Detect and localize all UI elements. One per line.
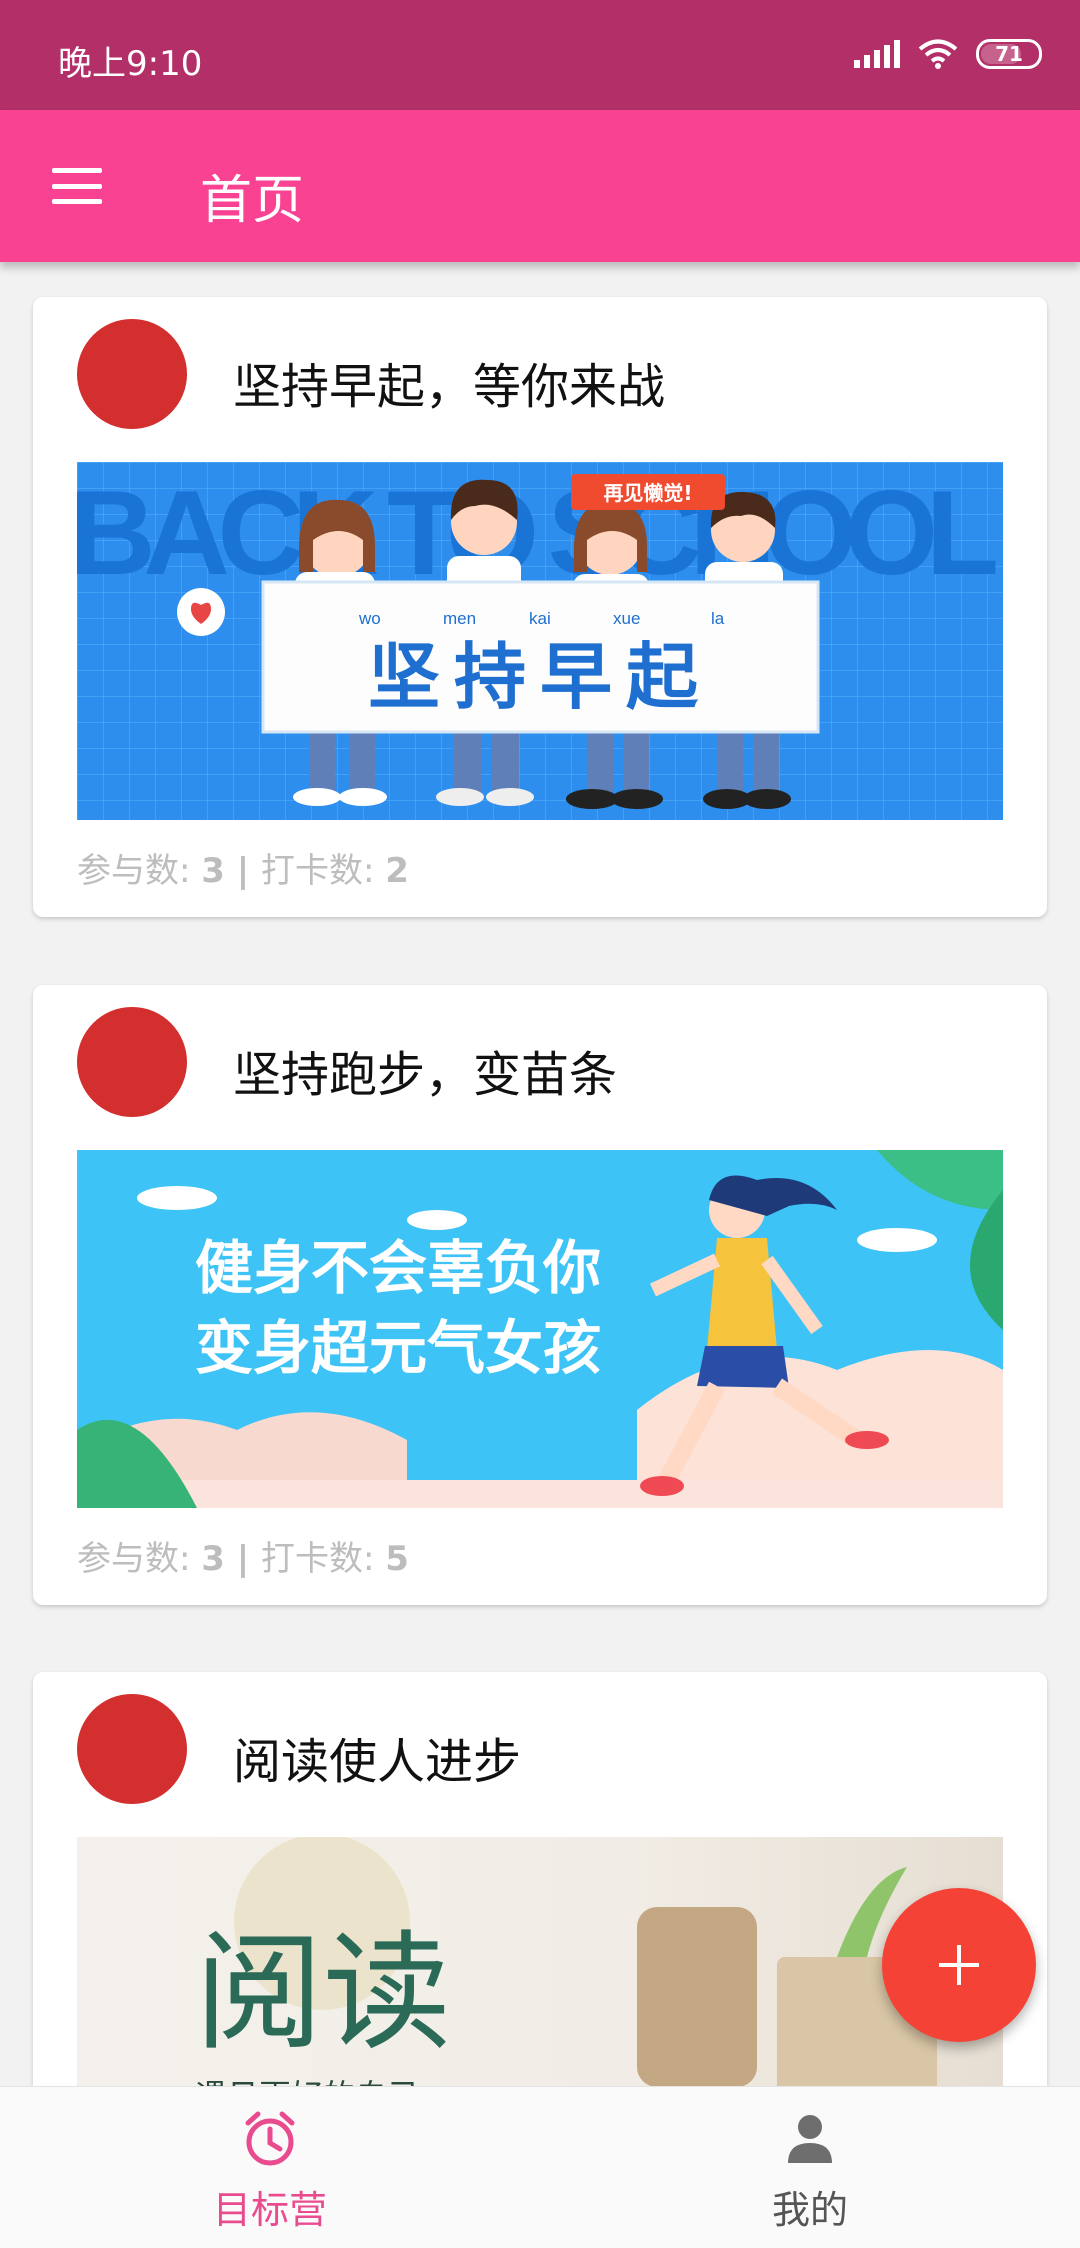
stats-separator: |: [224, 851, 262, 891]
card-stats: 参与数: 3 | 打卡数: 2: [77, 843, 409, 892]
avatar: [77, 319, 187, 429]
battery-level: 71: [995, 42, 1023, 66]
banner-bg-text: BACK TO SCHOOL: [77, 466, 999, 600]
wifi-icon: [918, 39, 958, 69]
app-bar: 首页: [0, 110, 1080, 262]
checkins-count: 5: [385, 1539, 409, 1579]
checkins-label: 打卡数:: [261, 1539, 386, 1579]
status-icons: 71: [854, 38, 1042, 70]
goal-card[interactable]: 坚持早起，等你来战 BACK TO SCHOOL: [33, 297, 1047, 917]
banner-line-1: 健身不会辜负你: [195, 1234, 601, 1302]
add-goal-button[interactable]: [882, 1888, 1036, 2042]
card-title: 阅读使人进步: [233, 1734, 522, 1790]
signal-icon: [854, 40, 900, 68]
menu-icon[interactable]: [52, 168, 102, 204]
banner-pinyin-4: xue: [613, 609, 640, 628]
card-title: 坚持跑步，变苗条: [233, 1047, 618, 1103]
participants-count: 3: [201, 1539, 225, 1579]
banner-pinyin-2: men: [443, 609, 476, 628]
card-title: 坚持早起，等你来战: [233, 359, 666, 415]
alarm-clock-icon: [245, 2111, 295, 2166]
card-banner-image: BACK TO SCHOOL: [77, 462, 1003, 820]
nav-label: 我的: [771, 2188, 848, 2232]
card-banner-image: 健身不会辜负你 变身超元气女孩: [77, 1150, 1003, 1508]
banner-pinyin-1: wo: [358, 609, 381, 628]
card-stats: 参与数: 3 | 打卡数: 5: [77, 1531, 409, 1580]
participants-count: 3: [201, 851, 225, 891]
participants-label: 参与数:: [77, 1539, 202, 1579]
status-bar: 晚上9:10 71: [0, 0, 1080, 110]
battery-icon: 71: [976, 39, 1042, 69]
banner-heading: 坚持早起: [368, 635, 712, 719]
checkins-count: 2: [385, 851, 409, 891]
goal-card[interactable]: 坚持跑步，变苗条 健身不会辜负你 变身超元气女孩 参与数: 3 | 打卡数: 5: [33, 985, 1047, 1605]
person-icon: [788, 2115, 832, 2163]
banner-heading: 阅读: [195, 1919, 451, 2068]
banner-line-2: 变身超元气女孩: [195, 1314, 601, 1382]
nav-label: 目标营: [212, 2188, 327, 2232]
bottom-navigation: 目标营 我的: [0, 2086, 1080, 2248]
status-time: 晚上9:10: [58, 44, 203, 84]
checkins-label: 打卡数:: [261, 851, 386, 891]
participants-label: 参与数:: [77, 851, 202, 891]
banner-pinyin-5: la: [711, 609, 725, 628]
page-title: 首页: [200, 171, 305, 231]
avatar: [77, 1007, 187, 1117]
stats-separator: |: [224, 1539, 262, 1579]
banner-tag: 再见懒觉!: [603, 481, 692, 505]
banner-pinyin-3: kai: [529, 609, 551, 628]
nav-item-mine[interactable]: 我的: [710, 2109, 910, 2234]
avatar: [77, 1694, 187, 1804]
goal-card[interactable]: 阅读使人进步 阅读 遇见更好的自己: [33, 1672, 1047, 2132]
nav-item-goal-camp[interactable]: 目标营: [170, 2109, 370, 2234]
